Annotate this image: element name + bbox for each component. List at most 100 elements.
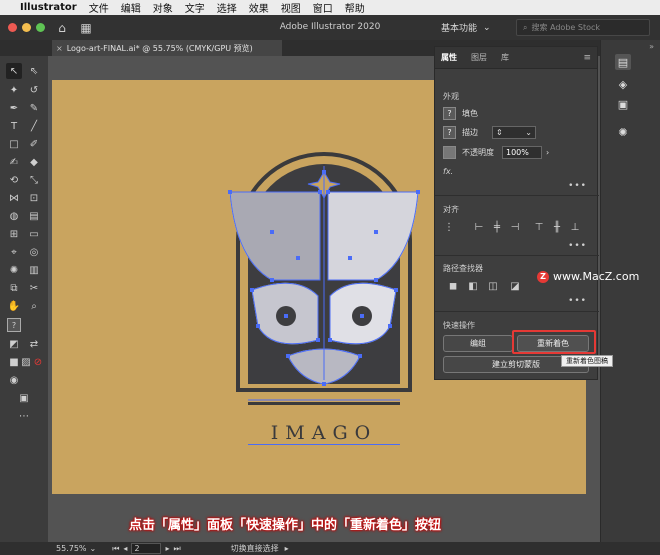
none-mode-icon[interactable]: ⊘ bbox=[30, 354, 46, 370]
close-window-button[interactable] bbox=[8, 23, 17, 32]
menu-help[interactable]: 帮助 bbox=[345, 0, 365, 15]
menu-edit[interactable]: 编辑 bbox=[121, 0, 141, 15]
logo-text[interactable]: IMAGO bbox=[248, 422, 400, 445]
tab-layers[interactable]: 图层 bbox=[471, 52, 487, 63]
app-bar: ⌂ ▦ Adobe Illustrator 2020 基本功能 ⌄ ⌕ 搜索 A… bbox=[0, 15, 660, 40]
unite-icon[interactable]: ◼ bbox=[447, 280, 459, 292]
screen-mode-icon[interactable]: ▣ bbox=[16, 390, 32, 406]
line-tool-icon[interactable]: ╱ bbox=[26, 118, 42, 134]
rectangle-tool-icon[interactable]: □ bbox=[6, 136, 22, 152]
home-icon[interactable]: ⌂ bbox=[55, 21, 69, 35]
curvature-tool-icon[interactable]: ✎ bbox=[26, 100, 42, 116]
more-tools-icon[interactable]: ⋯ bbox=[16, 408, 32, 424]
scale-tool-icon[interactable]: ⤡ bbox=[26, 172, 42, 188]
sun-icon[interactable]: ✺ bbox=[615, 124, 631, 140]
tab-libraries[interactable]: 库 bbox=[501, 52, 509, 63]
menu-object[interactable]: 对象 bbox=[153, 0, 173, 15]
chevron-down-icon[interactable]: ⌄ bbox=[90, 544, 97, 553]
hand-tool-icon[interactable]: ✋ bbox=[6, 298, 22, 314]
chevron-right-icon[interactable]: ▸ bbox=[285, 544, 289, 553]
width-tool-icon[interactable]: ⋈ bbox=[6, 190, 22, 206]
chevron-right-icon[interactable]: › bbox=[546, 148, 549, 157]
first-artboard-icon[interactable]: ⏮ bbox=[112, 544, 119, 554]
symbol-sprayer-tool-icon[interactable]: ✺ bbox=[6, 262, 22, 278]
rotate-tool-icon[interactable]: ⟲ bbox=[6, 172, 22, 188]
align-more-icon[interactable]: ••• bbox=[568, 241, 587, 251]
last-artboard-icon[interactable]: ⏭ bbox=[173, 544, 180, 554]
exclude-icon[interactable]: ◪ bbox=[509, 280, 521, 292]
column-graph-tool-icon[interactable]: ▥ bbox=[26, 262, 42, 278]
pathfinder-more-icon[interactable]: ••• bbox=[568, 296, 587, 306]
stroke-swatch[interactable]: ? bbox=[443, 126, 456, 139]
artboard-number-input[interactable]: 2 bbox=[131, 543, 162, 554]
align-horizontal-center-icon[interactable]: ╪ bbox=[491, 221, 503, 233]
align-to-selection-icon[interactable]: ⋮ bbox=[443, 221, 455, 233]
prev-artboard-icon[interactable]: ◂ bbox=[123, 544, 127, 553]
intersect-icon[interactable]: ◫ bbox=[487, 280, 499, 292]
libraries-panel-icon[interactable]: ▣ bbox=[615, 96, 631, 112]
properties-panel-icon[interactable]: ▤ bbox=[615, 54, 631, 70]
next-artboard-icon[interactable]: ▸ bbox=[165, 544, 169, 553]
menu-app-name[interactable]: Illustrator bbox=[20, 2, 77, 13]
align-right-icon[interactable]: ⊣ bbox=[509, 221, 521, 233]
fill-swatch[interactable]: ? bbox=[443, 107, 456, 120]
draw-mode-icon[interactable]: ◉ bbox=[6, 372, 22, 388]
minimize-window-button[interactable] bbox=[22, 23, 31, 32]
free-transform-tool-icon[interactable]: ⊡ bbox=[26, 190, 42, 206]
menu-view[interactable]: 视图 bbox=[281, 0, 301, 15]
zoom-tool-icon[interactable]: ⌕ bbox=[26, 298, 42, 314]
stroke-weight-stepper[interactable]: ⇕ ⌄ bbox=[492, 126, 536, 139]
shaper-tool-icon[interactable]: ✍ bbox=[6, 154, 22, 170]
shape-builder-tool-icon[interactable]: ◍ bbox=[6, 208, 22, 224]
fx-row[interactable]: fx. bbox=[443, 167, 453, 176]
tab-properties[interactable]: 属性 bbox=[441, 52, 457, 63]
align-left-icon[interactable]: ⊢ bbox=[473, 221, 485, 233]
fx-icon[interactable]: fx. bbox=[443, 167, 453, 176]
stroke-label: 描边 bbox=[462, 128, 478, 137]
menu-file[interactable]: 文件 bbox=[89, 0, 109, 15]
selection-tool-icon[interactable]: ↖ bbox=[6, 63, 22, 79]
appearance-title: 外观 bbox=[443, 92, 459, 101]
menu-select[interactable]: 选择 bbox=[217, 0, 237, 15]
menu-window[interactable]: 窗口 bbox=[313, 0, 333, 15]
fill-stroke-icon[interactable]: ◩ bbox=[6, 336, 22, 352]
menu-effect[interactable]: 效果 bbox=[249, 0, 269, 15]
align-vertical-center-icon[interactable]: ╫ bbox=[551, 221, 563, 233]
minus-front-icon[interactable]: ◧ bbox=[467, 280, 479, 292]
align-top-icon[interactable]: ⊤ bbox=[533, 221, 545, 233]
align-bottom-icon[interactable]: ⊥ bbox=[569, 221, 581, 233]
workspace-switcher[interactable]: 基本功能 ⌄ bbox=[441, 19, 507, 36]
pen-tool-icon[interactable]: ✒ bbox=[6, 100, 22, 116]
group-button[interactable]: 编组 bbox=[443, 335, 513, 352]
menu-type[interactable]: 文字 bbox=[185, 0, 205, 15]
paintbrush-tool-icon[interactable]: ✐ bbox=[26, 136, 42, 152]
panel-menu-icon[interactable]: ≡ bbox=[583, 53, 591, 63]
slice-tool-icon[interactable]: ✂ bbox=[26, 280, 42, 296]
eyedropper-tool-icon[interactable]: ⌖ bbox=[6, 244, 22, 260]
type-tool-icon[interactable]: T bbox=[6, 118, 22, 134]
recolor-tooltip: 重新着色图稿 bbox=[561, 355, 613, 367]
zoom-window-button[interactable] bbox=[36, 23, 45, 32]
swap-fill-stroke-icon[interactable]: ⇄ bbox=[26, 336, 42, 352]
lasso-tool-icon[interactable]: ↺ bbox=[26, 82, 42, 98]
arrange-documents-icon[interactable]: ▦ bbox=[79, 21, 93, 35]
zoom-level[interactable]: 55.75% bbox=[56, 544, 87, 553]
layers-panel-icon[interactable]: ◈ bbox=[615, 76, 631, 92]
gradient-tool-icon[interactable]: ▭ bbox=[26, 226, 42, 242]
opacity-input[interactable]: 100% bbox=[502, 146, 542, 159]
perspective-grid-tool-icon[interactable]: ▤ bbox=[26, 208, 42, 224]
stroke-row: ? 描边 ⇕ ⌄ bbox=[443, 126, 536, 139]
blend-tool-icon[interactable]: ◎ bbox=[26, 244, 42, 260]
document-tab[interactable]: × Logo-art-FINAL.ai* @ 55.75% (CMYK/GPU … bbox=[52, 40, 282, 56]
left-upper-wing bbox=[229, 191, 321, 281]
edit-toolbar-icon[interactable]: ? bbox=[7, 318, 21, 332]
magic-wand-tool-icon[interactable]: ✦ bbox=[6, 82, 22, 98]
direct-selection-tool-icon[interactable]: ⇖ bbox=[26, 63, 42, 79]
stock-search-input[interactable]: ⌕ 搜索 Adobe Stock bbox=[516, 19, 650, 36]
appearance-more-icon[interactable]: ••• bbox=[568, 181, 587, 191]
mesh-tool-icon[interactable]: ⊞ bbox=[6, 226, 22, 242]
eraser-tool-icon[interactable]: ◆ bbox=[26, 154, 42, 170]
close-tab-icon[interactable]: × bbox=[56, 44, 63, 53]
artboard-tool-icon[interactable]: ⧉ bbox=[6, 280, 22, 296]
collapse-panels-icon[interactable]: » bbox=[649, 42, 654, 51]
